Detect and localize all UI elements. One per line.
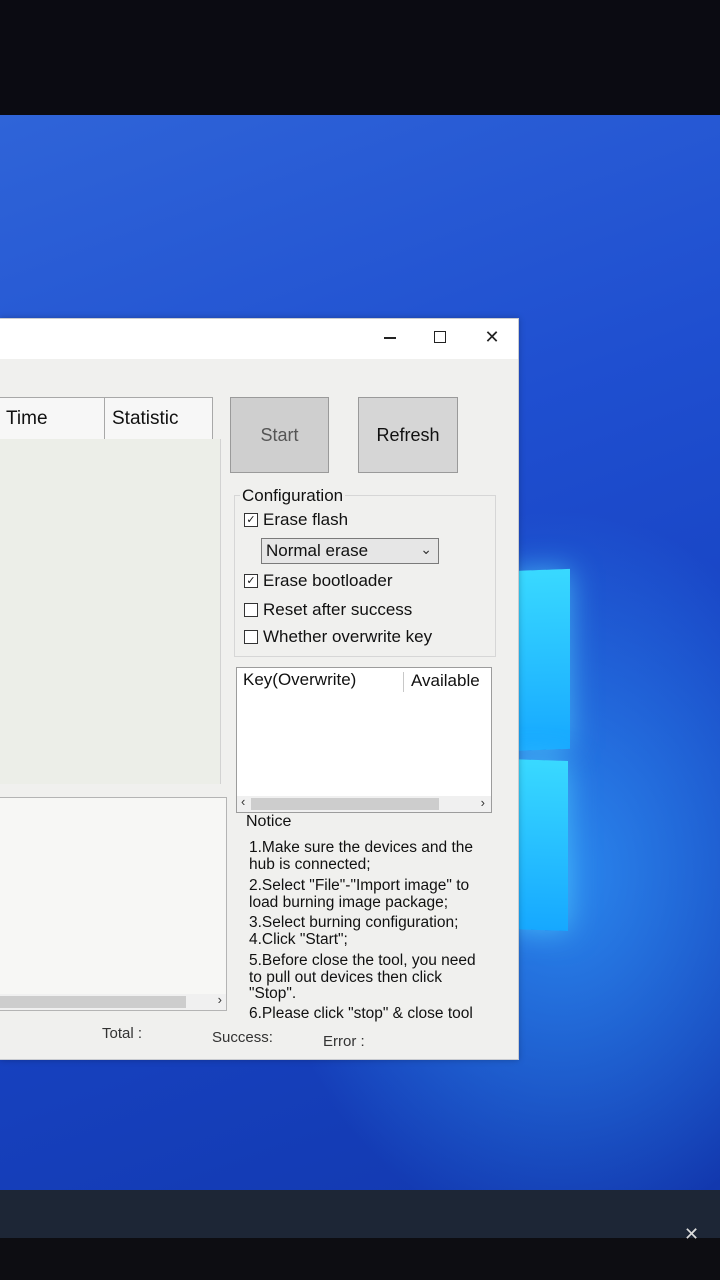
column-separator[interactable] xyxy=(403,672,404,692)
status-success-label: Success: xyxy=(212,1029,273,1046)
configuration-group: Configuration ✓ Erase flash Normal erase… xyxy=(234,486,496,657)
checkbox-checked-icon[interactable]: ✓ xyxy=(244,513,258,527)
maximize-button[interactable] xyxy=(416,319,464,355)
notice-title: Notice xyxy=(246,813,292,830)
taskbar xyxy=(0,1190,720,1240)
refresh-button[interactable]: Refresh xyxy=(358,397,458,473)
column-header-statistic[interactable]: Statistic xyxy=(112,398,179,440)
erase-bootloader-label: Erase bootloader xyxy=(263,571,393,590)
key-horizontal-scrollbar[interactable]: ‹ › xyxy=(237,794,491,812)
notice-line: 2.Select "File"-"Import image" to xyxy=(249,877,470,894)
status-bar: Total : Success: Error : xyxy=(0,1021,518,1057)
close-button[interactable]: ✕ xyxy=(468,319,516,355)
device-grid-header: Time Statistic xyxy=(0,397,213,441)
log-scroll-thumb[interactable] xyxy=(0,996,186,1008)
notice-panel: Notice 1.Make sure the devices and the h… xyxy=(240,813,492,1023)
status-total-label: Total : xyxy=(102,1025,143,1042)
monitor-bezel-bottom xyxy=(0,1238,720,1280)
notice-line: 4.Click "Start"; xyxy=(249,931,348,948)
monitor-bezel-top xyxy=(0,0,720,125)
erase-mode-select[interactable]: Normal erase ⌄ xyxy=(261,538,439,564)
minimize-icon xyxy=(384,337,396,339)
log-horizontal-scrollbar[interactable]: › xyxy=(0,992,226,1010)
status-error-label: Error : xyxy=(323,1033,365,1050)
erase-bootloader-checkbox[interactable]: ✓ Erase bootloader xyxy=(244,571,392,591)
notice-line: load burning image package; xyxy=(249,894,449,911)
key-table-header: Key(Overwrite) Available xyxy=(237,668,491,694)
column-separator[interactable] xyxy=(104,398,105,440)
notice-line: 6.Please click "stop" & close tool xyxy=(249,1005,473,1022)
minimize-button[interactable] xyxy=(366,319,414,355)
tray-notification-icon[interactable]: ✕ xyxy=(684,1224,699,1245)
checkbox-unchecked-icon[interactable] xyxy=(244,630,258,644)
overwrite-key-checkbox[interactable]: Whether overwrite key xyxy=(244,627,432,647)
checkbox-unchecked-icon[interactable] xyxy=(244,603,258,617)
chevron-down-icon: ⌄ xyxy=(420,541,432,557)
notice-line: 5.Before close the tool, you need xyxy=(249,952,476,969)
scroll-right-arrow-icon[interactable]: › xyxy=(218,992,222,1007)
device-grid-body[interactable] xyxy=(0,439,221,784)
maximize-icon xyxy=(434,331,446,343)
burning-tool-window: ✕ Time Statistic › Total : Success: Erro… xyxy=(0,318,519,1060)
scroll-left-arrow-icon[interactable]: ‹ xyxy=(241,794,245,809)
notice-line: to pull out devices then click xyxy=(249,969,442,986)
titlebar: ✕ xyxy=(0,319,518,359)
column-header-available[interactable]: Available xyxy=(411,671,480,691)
key-table[interactable]: Key(Overwrite) Available ‹ › xyxy=(236,667,492,813)
column-header-key[interactable]: Key(Overwrite) xyxy=(243,670,356,690)
erase-flash-checkbox[interactable]: ✓ Erase flash xyxy=(244,510,348,530)
overwrite-key-label: Whether overwrite key xyxy=(263,627,433,646)
log-list[interactable]: › xyxy=(0,797,227,1011)
erase-flash-label: Erase flash xyxy=(263,510,349,529)
checkbox-checked-icon[interactable]: ✓ xyxy=(244,574,258,588)
scroll-right-arrow-icon[interactable]: › xyxy=(481,795,485,810)
key-scroll-thumb[interactable] xyxy=(251,798,439,810)
erase-mode-value: Normal erase xyxy=(266,541,369,560)
configuration-title: Configuration xyxy=(240,486,346,506)
notice-line: 3.Select burning configuration; xyxy=(249,914,459,931)
notice-line: hub is connected; xyxy=(249,856,371,873)
notice-line: 1.Make sure the devices and the xyxy=(249,839,474,856)
close-icon: ✕ xyxy=(484,326,500,347)
column-header-time[interactable]: Time xyxy=(6,398,48,440)
notice-line: "Stop". xyxy=(249,985,297,1002)
reset-after-success-label: Reset after success xyxy=(263,600,413,619)
start-button[interactable]: Start xyxy=(230,397,329,473)
reset-after-success-checkbox[interactable]: Reset after success xyxy=(244,600,412,620)
